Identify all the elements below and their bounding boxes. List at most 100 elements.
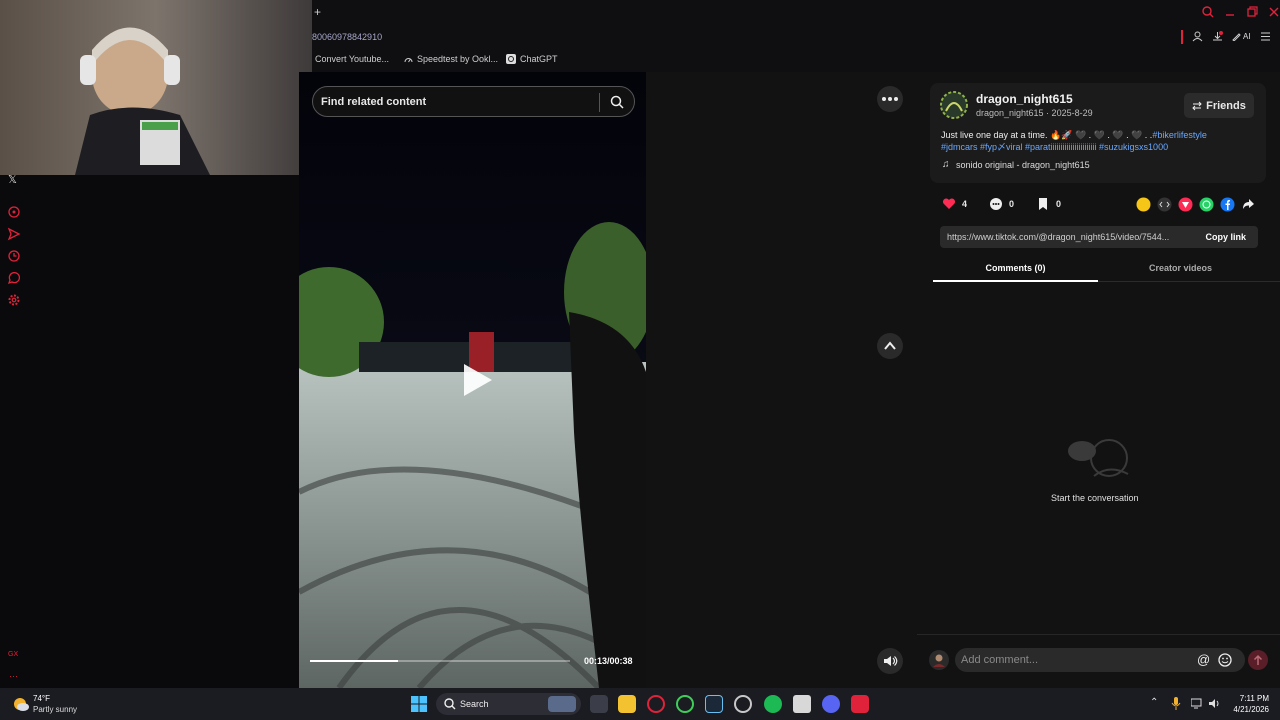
bookmarks-bar: Convert Youtube... Speedtest by Ookl... …: [312, 50, 1280, 72]
mention-icon[interactable]: @: [1197, 652, 1210, 667]
post-handle-date: dragon_night615 · 2025-8-29: [976, 108, 1093, 118]
play-icon[interactable]: [456, 360, 496, 400]
taskbar-search-label: Search: [460, 699, 489, 709]
previous-video-button[interactable]: [877, 333, 903, 359]
download-icon[interactable]: [1212, 31, 1223, 42]
embed-icon[interactable]: [1157, 197, 1172, 212]
avatar[interactable]: [940, 91, 968, 119]
windows-start-icon[interactable]: [411, 696, 427, 712]
new-tab-button[interactable]: +: [314, 5, 321, 19]
gx-icon[interactable]: GX: [8, 651, 18, 658]
url-text[interactable]: 80060978842910: [312, 32, 382, 42]
share-url-box[interactable]: https://www.tiktok.com/@dragon_night615/…: [940, 226, 1258, 248]
search-icon[interactable]: [1202, 6, 1214, 18]
menu-icon[interactable]: [1260, 31, 1271, 42]
epic-games-icon[interactable]: [793, 695, 811, 713]
steam-icon[interactable]: [705, 695, 723, 713]
spotify-icon[interactable]: [764, 695, 782, 713]
close-icon[interactable]: [1268, 6, 1280, 18]
hashtag-links[interactable]: #jdmcars #fyp〆viral #paratiiiiiiiiiiiiii…: [941, 142, 1168, 152]
coin-icon[interactable]: [1136, 197, 1151, 212]
volume-button[interactable]: [877, 648, 903, 674]
settings-gear-icon[interactable]: [7, 293, 21, 307]
comment-divider: [917, 634, 1280, 635]
x-icon[interactable]: 𝕏: [8, 173, 17, 186]
bookmark-speedtest[interactable]: Speedtest by Ookl...: [404, 54, 498, 64]
restore-icon[interactable]: [1246, 6, 1258, 18]
search-highlight-image: [548, 696, 576, 712]
ai-label: AI: [1243, 32, 1251, 41]
tab-creator-videos[interactable]: Creator videos: [1098, 263, 1263, 273]
weather-desc: Partly sunny: [33, 705, 78, 714]
music-note-icon: ♫: [942, 159, 950, 170]
emoji-icon[interactable]: [1218, 653, 1232, 667]
comment-placeholder: Add comment...: [961, 654, 1039, 666]
address-divider: [1181, 30, 1183, 44]
app-green-icon[interactable]: [676, 695, 694, 713]
user-avatar[interactable]: [929, 650, 949, 670]
whatsapp-icon[interactable]: [1199, 197, 1214, 212]
comment-icon[interactable]: [989, 197, 1003, 211]
search-divider: [599, 93, 600, 112]
comment-input[interactable]: Add comment... @: [955, 648, 1245, 672]
hashtag-link[interactable]: #bikerlifestyle: [1152, 130, 1207, 140]
send-to-friends-icon[interactable]: [1178, 197, 1193, 212]
search-icon[interactable]: [610, 95, 624, 109]
tab-comments-label: Comments (0): [985, 263, 1046, 273]
tab-comments[interactable]: Comments (0): [933, 263, 1098, 282]
volume-icon: [884, 656, 898, 666]
history-icon[interactable]: [7, 249, 21, 263]
task-view-icon[interactable]: [590, 695, 608, 713]
ai-button[interactable]: AI: [1232, 32, 1251, 41]
caption-text: Just live one day at a time. 🔥🚀 🖤 . 🖤 . …: [941, 130, 1153, 140]
progress-track[interactable]: [310, 660, 570, 662]
opera-gx-icon[interactable]: [647, 695, 665, 713]
bookmark-convert-youtube[interactable]: Convert Youtube...: [315, 54, 389, 64]
media-app-icon[interactable]: [851, 695, 869, 713]
microphone-icon[interactable]: [1171, 697, 1181, 711]
video-side-controls: [646, 72, 917, 688]
heart-icon[interactable]: [942, 197, 956, 211]
save-count: 0: [1056, 199, 1062, 209]
bookmark-chatgpt[interactable]: ChatGPT: [506, 54, 558, 64]
post-username[interactable]: dragon_night615: [976, 92, 1073, 106]
window-controls: [1202, 6, 1280, 18]
video-time: 00:13/00:38: [584, 656, 633, 666]
post-comment-button[interactable]: [1248, 650, 1268, 670]
copy-link-button[interactable]: Copy link: [1205, 232, 1246, 242]
send-icon[interactable]: [7, 227, 21, 241]
weather-temp: 74°F: [33, 694, 50, 703]
address-bar[interactable]: 80060978842910 AI: [312, 26, 1280, 50]
clock-time: 7:11 PM: [1239, 694, 1269, 703]
bookmark-icon[interactable]: [1036, 197, 1050, 211]
post-caption: Just live one day at a time. 🔥🚀 🖤 . 🖤 . …: [941, 129, 1241, 153]
app-badge-icon[interactable]: [734, 695, 752, 713]
sound-name[interactable]: sonido original - dragon_night615: [956, 160, 1090, 170]
whatsapp-sidebar-icon[interactable]: [7, 271, 21, 285]
minimize-icon[interactable]: [1224, 6, 1236, 18]
like-count: 4: [962, 199, 968, 209]
swap-arrows-icon: [1192, 101, 1202, 110]
search-related-input[interactable]: Find related content: [312, 86, 635, 117]
comment-count: 0: [1009, 199, 1015, 209]
chevron-up-icon[interactable]: ⌃: [1150, 697, 1158, 708]
network-icon[interactable]: [1191, 698, 1203, 709]
messenger-icon[interactable]: [7, 205, 21, 219]
panel-tabs: Comments (0) Creator videos: [933, 258, 1280, 282]
share-arrow-icon[interactable]: [1241, 197, 1256, 212]
file-explorer-icon[interactable]: [618, 695, 636, 713]
speedtest-icon: [404, 57, 413, 62]
webcam-overlay: [0, 0, 312, 175]
speaker-icon[interactable]: [1208, 698, 1221, 709]
empty-comments-text: Start the conversation: [1051, 493, 1139, 503]
windows-taskbar: 74°F Partly sunny Search ⌃ 7:11 PM 4/21/…: [0, 688, 1280, 720]
more-dots-icon[interactable]: ···: [9, 671, 18, 681]
more-options-button[interactable]: [877, 86, 903, 112]
search-icon: [444, 698, 456, 710]
facebook-icon[interactable]: [1220, 197, 1235, 212]
taskbar-search[interactable]: Search: [436, 693, 581, 715]
account-icon[interactable]: [1192, 31, 1203, 42]
discord-icon[interactable]: [822, 695, 840, 713]
friends-button[interactable]: Friends: [1184, 93, 1254, 118]
share-url[interactable]: https://www.tiktok.com/@dragon_night615/…: [947, 232, 1169, 242]
